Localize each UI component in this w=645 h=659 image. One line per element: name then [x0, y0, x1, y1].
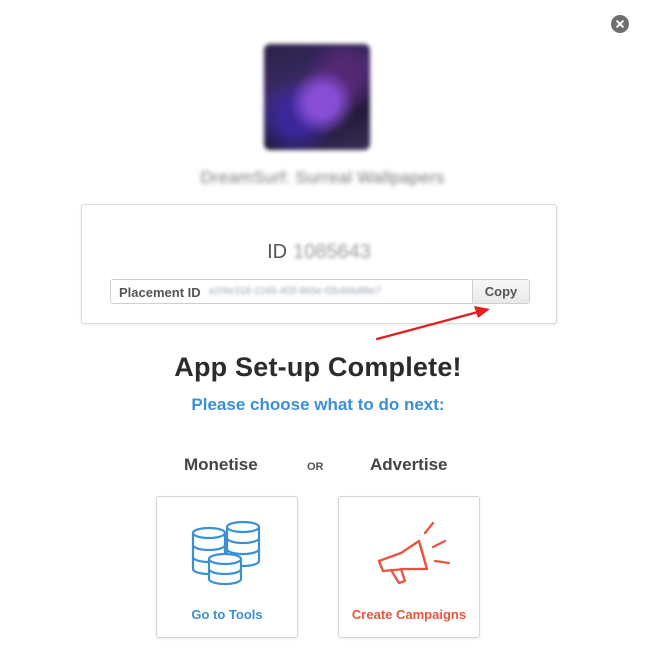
coins-stack-icon — [191, 520, 261, 586]
monetise-heading: Monetise — [184, 455, 258, 474]
app-name: DreamSurf: Surreal Wallpapers — [200, 168, 445, 187]
placement-id-field[interactable]: Placement ID a1f4e318-2245-4f2f-865e-f2b… — [110, 279, 530, 304]
id-label: ID — [267, 241, 288, 263]
setup-complete-title: App Set-up Complete! — [174, 352, 462, 382]
id-panel: ID 1085643 Placement ID a1f4e318-2245-4f2… — [81, 204, 557, 324]
or-label: OR — [307, 461, 324, 473]
megaphone-icon — [377, 521, 451, 585]
create-campaigns-card[interactable]: Create Campaigns — [338, 496, 480, 638]
app-id-row: ID 1085643 — [82, 241, 556, 264]
next-step-subtitle: Please choose what to do next: — [191, 395, 445, 414]
create-campaigns-label: Create Campaigns — [351, 607, 467, 622]
app-icon — [264, 44, 370, 150]
go-to-tools-label: Go to Tools — [191, 607, 263, 622]
placement-id-label: Placement ID — [119, 285, 201, 300]
close-icon[interactable] — [611, 15, 629, 33]
go-to-tools-card[interactable]: Go to Tools — [156, 496, 298, 638]
copy-button[interactable]: Copy — [472, 280, 529, 303]
id-value: 1085643 — [293, 241, 371, 263]
placement-id-value[interactable]: a1f4e318-2245-4f2f-865e-f2b466df8e7 — [209, 286, 381, 297]
advertise-heading: Advertise — [370, 455, 448, 474]
